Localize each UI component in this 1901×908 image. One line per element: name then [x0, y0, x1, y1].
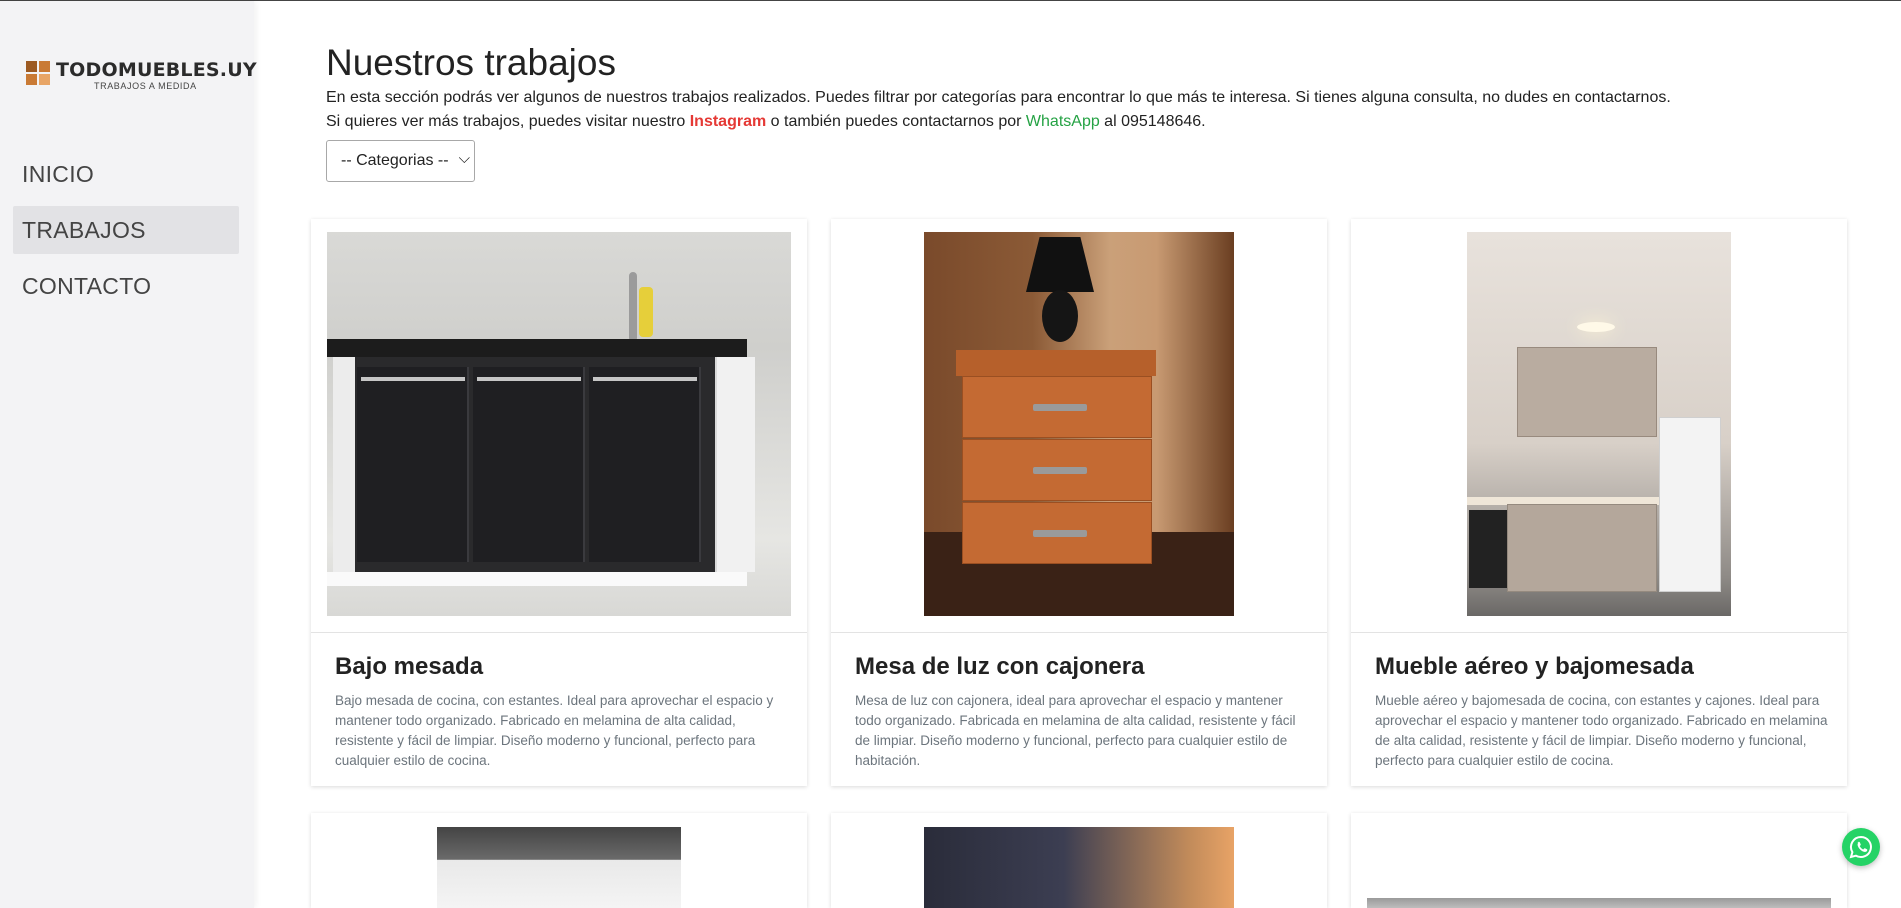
- brand-tagline: TRABAJOS A MEDIDA: [94, 81, 197, 91]
- card-image-area: [831, 219, 1327, 633]
- nav-item-inicio[interactable]: INICIO: [13, 150, 239, 198]
- intro-text-b: o también puedes contactarnos por: [766, 113, 1026, 130]
- whatsapp-link[interactable]: WhatsApp: [1026, 113, 1100, 130]
- brand-logo[interactable]: TODOMUEBLES.UY TRABAJOS A MEDIDA: [26, 59, 257, 91]
- card-description: Mesa de luz con cajonera, ideal para apr…: [855, 693, 1296, 768]
- logo-squares-icon: [26, 61, 50, 85]
- card-photo: [924, 232, 1234, 616]
- whatsapp-icon: [1849, 835, 1872, 859]
- card-photo: [1367, 898, 1831, 908]
- work-card[interactable]: Bajo mesada Bajo mesada de cocina, con e…: [311, 219, 807, 786]
- work-card[interactable]: [311, 813, 807, 908]
- bottle-shape: [639, 287, 653, 337]
- main-content: Nuestros trabajos En esta sección podrás…: [326, 40, 1846, 182]
- sidebar: TODOMUEBLES.UY TRABAJOS A MEDIDA INICIO …: [0, 1, 257, 908]
- card-photo: [1467, 232, 1731, 616]
- intro-text-a: Si quieres ver más trabajos, puedes visi…: [326, 113, 690, 130]
- category-select-value: -- Categorias --: [341, 152, 449, 169]
- work-card[interactable]: [831, 813, 1327, 908]
- page-title: Nuestros trabajos: [326, 42, 616, 83]
- card-description: Bajo mesada de cocina, con estantes. Ide…: [335, 693, 774, 768]
- card-photo: [437, 827, 681, 908]
- work-card[interactable]: [1351, 813, 1847, 908]
- faucet-shape: [629, 272, 637, 342]
- card-image-area: [311, 219, 807, 633]
- chevron-down-icon: ⌵: [458, 150, 470, 167]
- card-photo: [924, 827, 1234, 908]
- card-title: Bajo mesada: [335, 653, 484, 680]
- card-image-area: [1351, 219, 1847, 633]
- top-border: [0, 0, 1901, 1]
- instagram-link[interactable]: Instagram: [690, 113, 766, 130]
- card-title: Mesa de luz con cajonera: [855, 653, 1145, 680]
- ceiling-light-shape: [1577, 322, 1615, 332]
- work-card[interactable]: Mueble aéreo y bajomesada Mueble aéreo y…: [1351, 219, 1847, 786]
- intro-paragraph-1: En esta sección podrás ver algunos de nu…: [326, 89, 1671, 106]
- category-select[interactable]: -- Categorias -- ⌵: [326, 140, 475, 182]
- card-photo: [327, 232, 791, 616]
- nav-item-trabajos[interactable]: TRABAJOS: [13, 206, 239, 254]
- whatsapp-float-button[interactable]: [1842, 828, 1880, 866]
- lamp-shape: [1026, 237, 1094, 292]
- intro-text-c: al 095148646.: [1099, 113, 1206, 130]
- brand-name: TODOMUEBLES.UY: [56, 59, 257, 81]
- main-nav: INICIO TRABAJOS CONTACTO: [13, 150, 239, 318]
- work-card[interactable]: Mesa de luz con cajonera Mesa de luz con…: [831, 219, 1327, 786]
- nav-item-contacto[interactable]: CONTACTO: [13, 262, 239, 310]
- card-title: Mueble aéreo y bajomesada: [1375, 653, 1694, 680]
- card-description: Mueble aéreo y bajomesada de cocina, con…: [1375, 693, 1828, 768]
- intro-paragraph-2: Si quieres ver más trabajos, puedes visi…: [326, 110, 1846, 134]
